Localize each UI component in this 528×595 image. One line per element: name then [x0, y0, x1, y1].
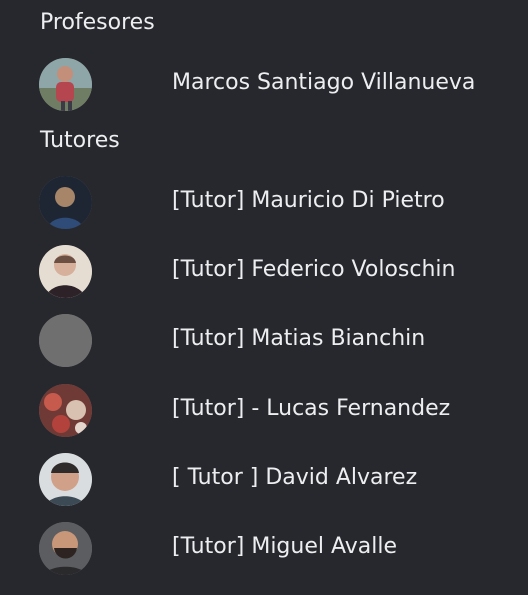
avatar[interactable]: [39, 522, 92, 575]
avatar-photo-beard-icon: [39, 522, 92, 575]
member-name[interactable]: [Tutor] Matias Bianchin: [172, 325, 425, 353]
avatar[interactable]: [39, 314, 92, 367]
members-panel: Profesores Marcos Santiago Villanueva Tu…: [0, 0, 528, 595]
member-name[interactable]: [Tutor] - Lucas Fernandez: [172, 395, 450, 423]
member-row-profesor[interactable]: Marcos Santiago Villanueva: [0, 55, 528, 113]
avatar-photo-face-icon: [39, 453, 92, 506]
member-name[interactable]: [ Tutor ] David Alvarez: [172, 464, 417, 492]
member-row-tutor[interactable]: [Tutor] Miguel Avalle: [0, 519, 528, 577]
avatar-photo-dark-icon: [39, 176, 92, 229]
member-row-tutor[interactable]: [Tutor] Mauricio Di Pietro: [0, 173, 528, 231]
member-name[interactable]: [Tutor] Miguel Avalle: [172, 533, 397, 561]
avatar-photo-red-icon: [39, 384, 92, 437]
member-row-tutor[interactable]: [Tutor] Matias Bianchin: [0, 311, 528, 369]
section-title-profesores: Profesores: [40, 10, 155, 35]
member-row-tutor[interactable]: [Tutor] - Lucas Fernandez: [0, 381, 528, 439]
avatar[interactable]: [39, 384, 92, 437]
avatar-photo-outdoor-icon: [39, 58, 92, 111]
avatar[interactable]: [39, 176, 92, 229]
member-row-tutor[interactable]: [ Tutor ] David Alvarez: [0, 450, 528, 508]
avatar-photo-light-icon: [39, 245, 92, 298]
section-title-tutores: Tutores: [40, 128, 120, 153]
member-name[interactable]: [Tutor] Federico Voloschin: [172, 256, 455, 284]
member-name[interactable]: Marcos Santiago Villanueva: [172, 69, 475, 97]
avatar[interactable]: [39, 453, 92, 506]
member-name[interactable]: [Tutor] Mauricio Di Pietro: [172, 187, 445, 215]
avatar-placeholder-gray-icon: [39, 314, 92, 367]
avatar[interactable]: [39, 245, 92, 298]
member-row-tutor[interactable]: [Tutor] Federico Voloschin: [0, 242, 528, 300]
avatar[interactable]: [39, 58, 92, 111]
